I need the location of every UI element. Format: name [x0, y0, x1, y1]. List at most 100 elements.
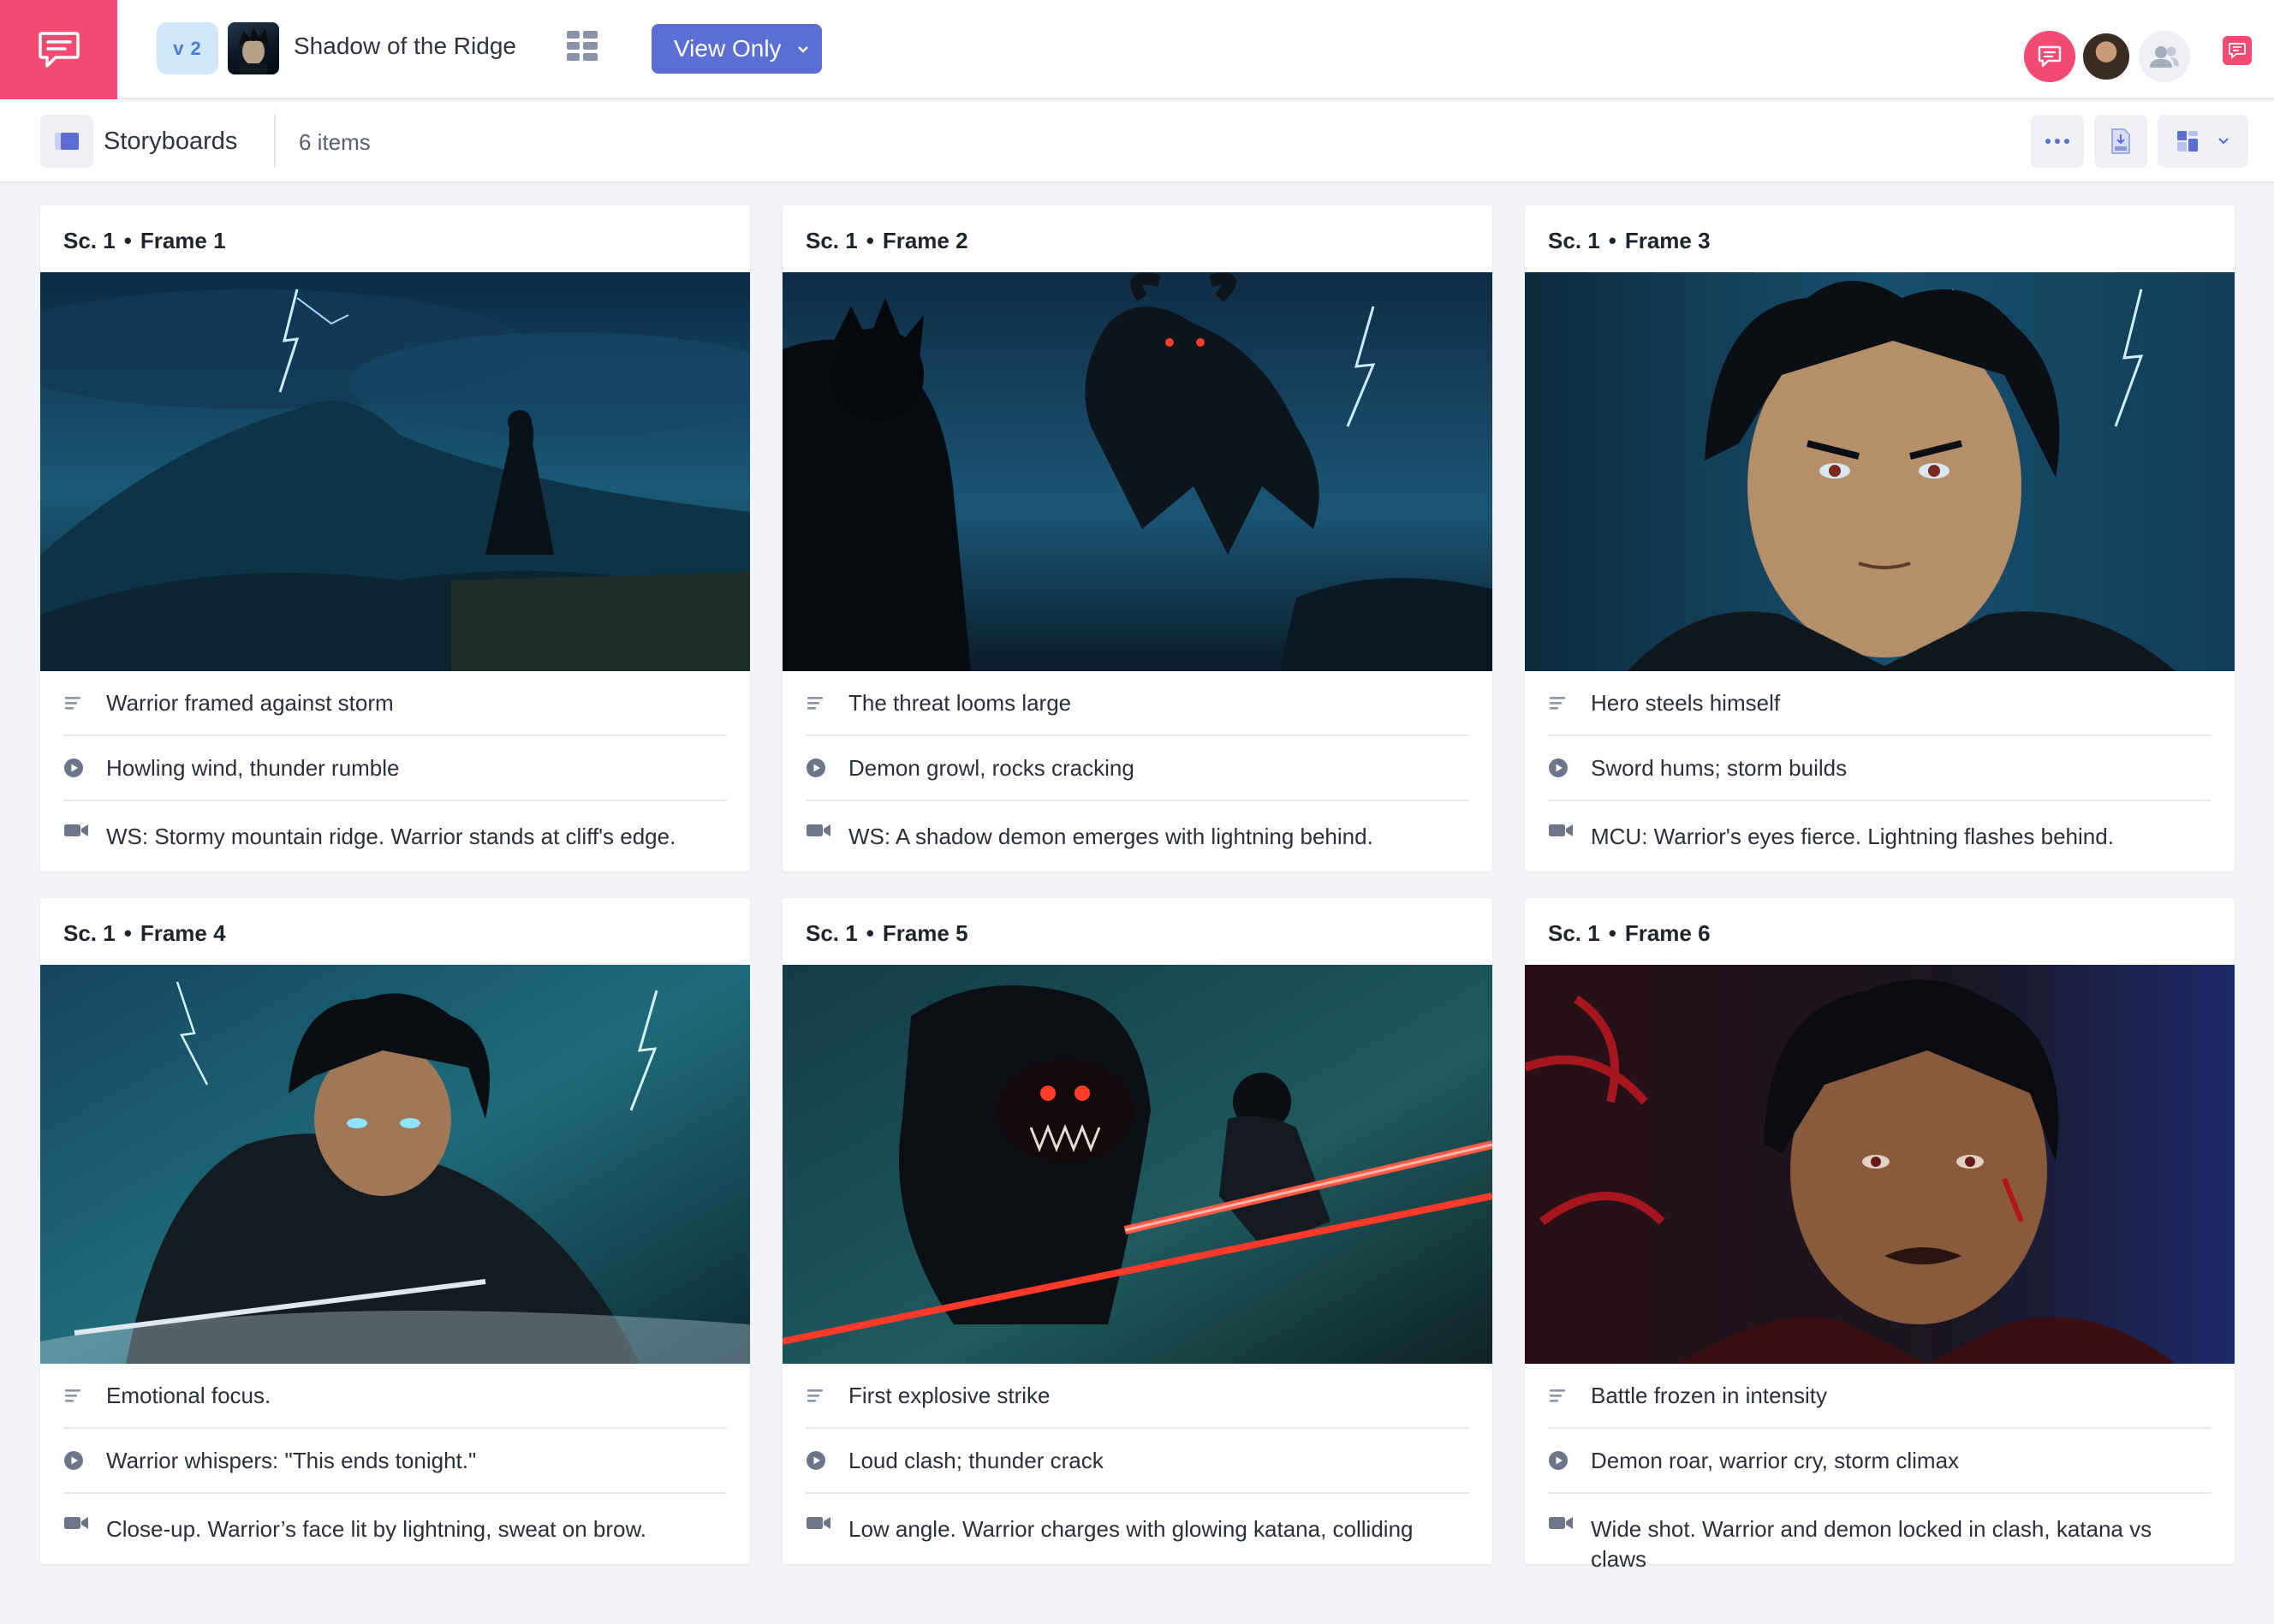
- shot-row: Close-up. Warrior’s face lit by lightnin…: [63, 1494, 727, 1559]
- frame-image[interactable]: [40, 272, 750, 671]
- pdf-download-icon: [2111, 128, 2130, 154]
- sub-bar: Storyboards 6 items: [0, 101, 2274, 183]
- divider: [274, 115, 276, 168]
- shot-row: WS: Stormy mountain ridge. Warrior stand…: [63, 801, 727, 866]
- note-icon: [1548, 694, 1591, 711]
- frame-header: Sc. 1 • Frame 5: [806, 920, 968, 946]
- description-row: The threat looms large: [806, 671, 1469, 736]
- frame-header: Sc. 1 • Frame 6: [1548, 920, 1711, 946]
- audio-row: Demon growl, rocks cracking: [806, 736, 1469, 801]
- view-mode-label: View Only: [674, 35, 782, 62]
- storyboard-card[interactable]: Sc. 1 • Frame 3 Hero steels himself Sword …: [1525, 205, 2235, 871]
- frame-audio: Loud clash; thunder crack: [848, 1447, 1104, 1473]
- chat-bubble-icon: [38, 32, 80, 68]
- storyboard-card[interactable]: Sc. 1 • Frame 2 The threat looms large Dem…: [783, 205, 1492, 871]
- shot-row: Low angle. Warrior charges with glowing …: [806, 1494, 1469, 1559]
- frame-image[interactable]: [1525, 272, 2235, 671]
- audio-row: Loud clash; thunder crack: [806, 1429, 1469, 1494]
- storyboard-card[interactable]: Sc. 1 • Frame 6 Battle frozen in intensity…: [1525, 898, 2235, 1572]
- version-badge[interactable]: v 2: [157, 22, 218, 74]
- frame-description: Battle frozen in intensity: [1591, 1382, 1828, 1408]
- frame-audio: Warrior whispers: "This ends tonight.": [106, 1447, 477, 1473]
- frame-shot: WS: Stormy mountain ridge. Warrior stand…: [106, 824, 676, 849]
- storyboard-card[interactable]: Sc. 1 • Frame 1 Warrior framed against sto…: [40, 205, 750, 871]
- camera-icon: [1548, 822, 1591, 839]
- description-row: Emotional focus.: [63, 1364, 727, 1429]
- storyboard-icon[interactable]: [40, 115, 93, 168]
- description-row: Hero steels himself: [1548, 671, 2211, 736]
- export-pdf-button[interactable]: [2094, 115, 2147, 168]
- note-icon: [1548, 1387, 1591, 1404]
- frame-shot: Close-up. Warrior’s face lit by lightnin…: [106, 1516, 647, 1542]
- note-icon: [806, 694, 848, 711]
- item-count: 6 items: [299, 129, 371, 155]
- comments-button[interactable]: [2024, 31, 2075, 82]
- frame-image[interactable]: [1525, 965, 2235, 1364]
- frame-header: Sc. 1 • Frame 3: [1548, 228, 1711, 253]
- description-row: Battle frozen in intensity: [1548, 1364, 2211, 1429]
- frame-shot: Low angle. Warrior charges with glowing …: [848, 1516, 1414, 1542]
- more-horizontal-icon: [2045, 139, 2069, 144]
- play-icon: [1548, 1450, 1591, 1471]
- shot-row: Wide shot. Warrior and demon locked in c…: [1548, 1494, 2211, 1572]
- frame-image[interactable]: [783, 965, 1492, 1364]
- frame-shot: WS: A shadow demon emerges with lightnin…: [848, 824, 1373, 849]
- user-avatar[interactable]: [2081, 31, 2132, 82]
- storyboard-card[interactable]: Sc. 1 • Frame 5 First explosive strike Lou…: [783, 898, 1492, 1564]
- frame-shot: MCU: Warrior's eyes fierce. Lightning fl…: [1591, 824, 2114, 849]
- more-options-button[interactable]: [2031, 115, 2084, 168]
- chevron-down-icon: [797, 40, 809, 58]
- app-logo[interactable]: [0, 0, 117, 99]
- audio-row: Sword hums; storm builds: [1548, 736, 2211, 801]
- play-icon: [806, 758, 848, 778]
- frame-description: Emotional focus.: [106, 1382, 271, 1408]
- section-title: Storyboards: [104, 128, 238, 155]
- frame-description: Warrior framed against storm: [106, 689, 394, 716]
- storyboard-card[interactable]: Sc. 1 • Frame 4 Emotional focus. Warrior w…: [40, 898, 750, 1564]
- grid-view-icon[interactable]: [566, 29, 598, 62]
- frame-description: Hero steels himself: [1591, 689, 1781, 716]
- collaborators-button[interactable]: [2139, 31, 2190, 82]
- note-icon: [63, 1387, 106, 1404]
- project-thumbnail[interactable]: [228, 22, 279, 74]
- frame-description: The threat looms large: [848, 689, 1072, 716]
- frame-description: First explosive strike: [848, 1382, 1051, 1408]
- play-icon: [63, 758, 106, 778]
- frame-shot: Wide shot. Warrior and demon locked in c…: [1591, 1516, 2152, 1572]
- message-icon: [2229, 43, 2246, 59]
- camera-icon: [63, 822, 106, 839]
- camera-icon: [806, 822, 848, 839]
- frame-header: Sc. 1 • Frame 4: [63, 920, 226, 946]
- camera-icon: [806, 1514, 848, 1532]
- frame-audio: Howling wind, thunder rumble: [106, 754, 400, 781]
- layout-grid-icon: [2177, 131, 2198, 152]
- chevron-down-icon: [2218, 138, 2229, 145]
- notifications-button[interactable]: [2223, 36, 2252, 65]
- top-bar: v 2 Shadow of the Ridge View Only: [0, 0, 2274, 99]
- view-mode-dropdown[interactable]: View Only: [652, 24, 822, 74]
- audio-row: Demon roar, warrior cry, storm climax: [1548, 1429, 2211, 1494]
- play-icon: [806, 1450, 848, 1471]
- camera-icon: [63, 1514, 106, 1532]
- chat-bubble-icon: [2038, 45, 2062, 68]
- frame-image[interactable]: [783, 272, 1492, 671]
- project-title[interactable]: Shadow of the Ridge: [294, 33, 516, 60]
- description-row: First explosive strike: [806, 1364, 1469, 1429]
- audio-row: Warrior whispers: "This ends tonight.": [63, 1429, 727, 1494]
- frame-image[interactable]: [40, 965, 750, 1364]
- frame-audio: Demon growl, rocks cracking: [848, 754, 1134, 781]
- note-icon: [806, 1387, 848, 1404]
- layout-dropdown[interactable]: [2158, 115, 2248, 168]
- frame-audio: Sword hums; storm builds: [1591, 754, 1848, 781]
- shot-row: WS: A shadow demon emerges with lightnin…: [806, 801, 1469, 866]
- frame-header: Sc. 1 • Frame 2: [806, 228, 968, 253]
- play-icon: [1548, 758, 1591, 778]
- description-row: Warrior framed against storm: [63, 671, 727, 736]
- play-icon: [63, 1450, 106, 1471]
- camera-icon: [1548, 1514, 1591, 1532]
- shot-row: MCU: Warrior's eyes fierce. Lightning fl…: [1548, 801, 2211, 866]
- frame-audio: Demon roar, warrior cry, storm climax: [1591, 1447, 1960, 1473]
- audio-row: Howling wind, thunder rumble: [63, 736, 727, 801]
- users-icon: [2150, 46, 2179, 68]
- note-icon: [63, 694, 106, 711]
